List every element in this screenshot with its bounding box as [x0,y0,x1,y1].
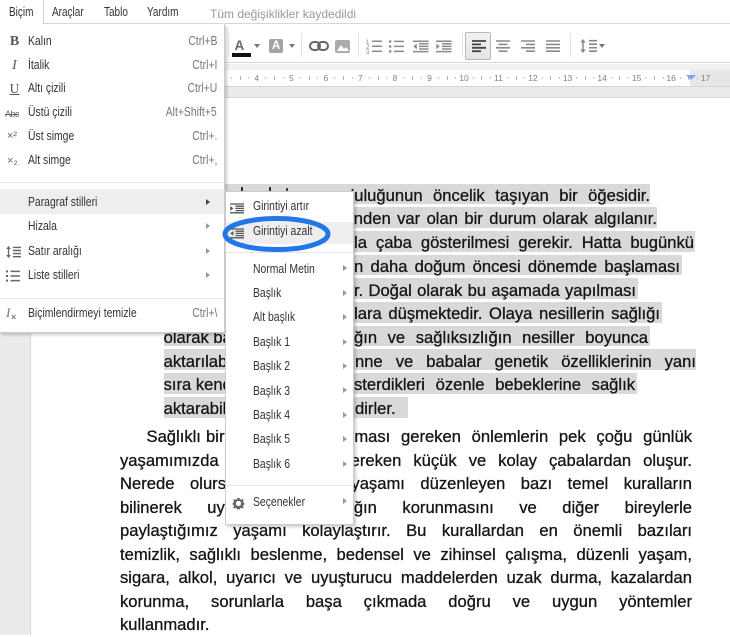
svg-text:3: 3 [366,50,370,54]
